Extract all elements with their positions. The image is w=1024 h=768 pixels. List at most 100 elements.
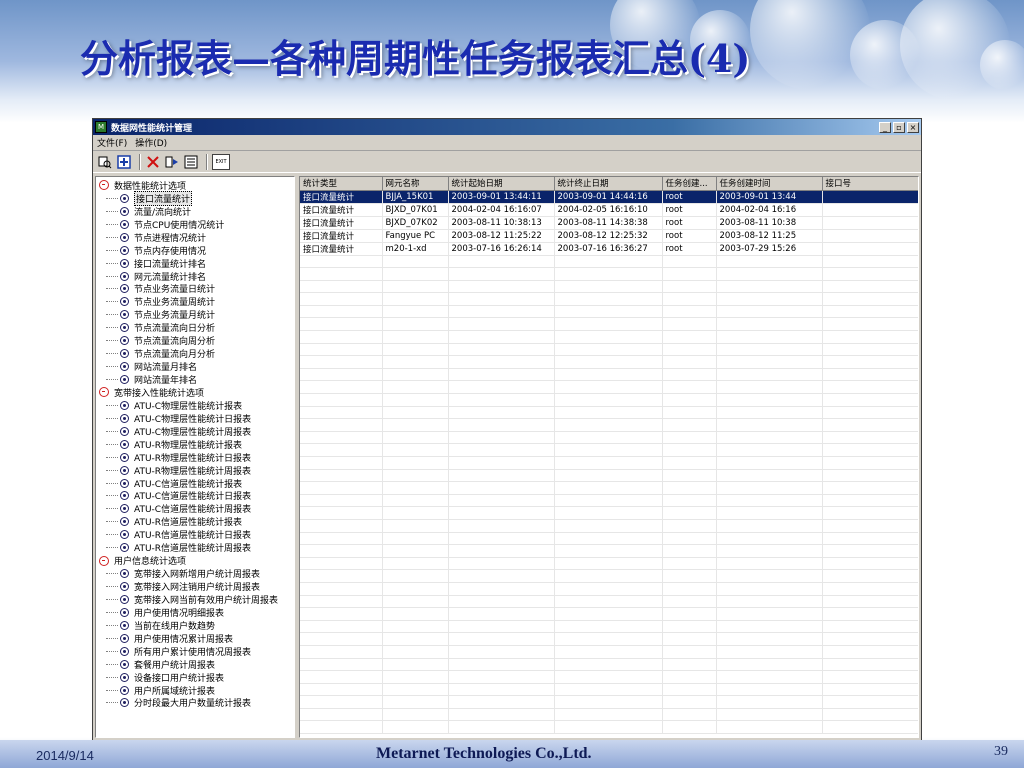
empty-cell xyxy=(822,292,918,306)
column-header[interactable]: 统计起始日期 xyxy=(448,177,555,191)
close-button[interactable]: × xyxy=(907,121,919,133)
column-header[interactable]: 网元名称 xyxy=(382,177,449,191)
table-row[interactable]: 接口流量统计 BJXD_07K02 2003-08-11 10:38:13 2003-… xyxy=(300,216,918,230)
table-row[interactable]: 接口流量统计 BJJA_15K01 2003-09-01 13:44:11 2003-… xyxy=(300,190,918,204)
tree-item[interactable]: ATU-R物理层性能统计报表 xyxy=(96,438,294,451)
empty-cell xyxy=(382,267,449,281)
tree-item[interactable]: 网元流量统计排名 xyxy=(96,270,294,283)
tree-item[interactable]: 用户所属域统计报表 xyxy=(96,684,294,697)
tree-item[interactable]: 节点流量流向日分析 xyxy=(96,321,294,334)
tree-item[interactable]: 网站流量月排名 xyxy=(96,360,294,373)
column-header[interactable]: 统计终止日期 xyxy=(554,177,663,191)
tree-item[interactable]: ATU-R信道层性能统计日报表 xyxy=(96,528,294,541)
tree-item[interactable]: ATU-C信道层性能统计报表 xyxy=(96,477,294,490)
tree-item[interactable]: 流量/流向统计 xyxy=(96,205,294,218)
tree-group[interactable]: 数据性能统计选项 xyxy=(96,179,294,192)
empty-cell xyxy=(822,582,918,596)
tree-item[interactable]: 节点流量流向月分析 xyxy=(96,347,294,360)
column-header[interactable]: 任务创建时间 xyxy=(716,177,823,191)
collapse-icon[interactable] xyxy=(99,387,109,398)
tree-item[interactable]: ATU-R物理层性能统计日报表 xyxy=(96,451,294,464)
column-header[interactable]: 统计类型 xyxy=(300,177,383,191)
tree-item[interactable]: ATU-C信道层性能统计周报表 xyxy=(96,502,294,515)
empty-cell xyxy=(448,695,555,709)
delete-icon[interactable] xyxy=(145,154,161,170)
tree-item[interactable]: ATU-C信道层性能统计日报表 xyxy=(96,490,294,502)
query-icon[interactable] xyxy=(97,154,113,170)
table-row[interactable]: 接口流量统计 Fangyue PC 2003-08-12 11:25:22 2003-… xyxy=(300,229,918,243)
tree-item[interactable]: 宽带接入网新增用户统计周报表 xyxy=(96,567,294,580)
empty-cell xyxy=(448,443,555,457)
report-item-icon xyxy=(120,426,129,436)
menu-file[interactable]: 文件(F) xyxy=(97,136,127,149)
tree-item-label: 节点流量流向月分析 xyxy=(134,350,216,361)
empty-cell xyxy=(662,292,717,306)
list-icon[interactable] xyxy=(183,154,199,170)
tree-item[interactable]: 设备接口用户统计报表 xyxy=(96,671,294,684)
report-item-icon xyxy=(120,336,129,346)
collapse-icon[interactable] xyxy=(99,180,109,191)
table-row[interactable]: 接口流量统计 BJXD_07K01 2004-02-04 16:16:07 2004-… xyxy=(300,203,918,217)
empty-cell xyxy=(716,431,823,445)
tree-item[interactable]: ATU-R物理层性能统计周报表 xyxy=(96,464,294,477)
tree-item-label: ATU-C物理层性能统计报表 xyxy=(134,401,243,412)
column-header[interactable]: 任务创建... xyxy=(662,177,717,191)
table-row[interactable]: 接口流量统计 m20-1-xd 2003-07-16 16:26:14 2003-07… xyxy=(300,242,918,256)
collapse-icon[interactable] xyxy=(99,555,109,566)
minimize-button[interactable]: _ xyxy=(879,121,891,133)
tree-item[interactable]: ATU-C物理层性能统计日报表 xyxy=(96,412,294,425)
add-icon[interactable] xyxy=(116,154,132,170)
tree-item[interactable]: 当前在线用户数趋势 xyxy=(96,619,294,632)
tree-item[interactable]: 节点业务流量周统计 xyxy=(96,295,294,308)
menu-operation[interactable]: 操作(D) xyxy=(135,136,167,149)
column-header[interactable]: 接口号 xyxy=(822,177,918,191)
tree-item[interactable]: 宽带接入网注销用户统计周报表 xyxy=(96,580,294,593)
export-icon[interactable] xyxy=(164,154,180,170)
tree-item[interactable]: 节点业务流量月统计 xyxy=(96,308,294,321)
tree-item[interactable]: ATU-C物理层性能统计报表 xyxy=(96,399,294,412)
empty-cell xyxy=(554,720,663,735)
tree-item-label: 节点业务流量周统计 xyxy=(134,298,216,309)
report-item-icon xyxy=(120,491,129,501)
tree-item[interactable]: 节点业务流量日统计 xyxy=(96,283,294,295)
tree-group[interactable]: 用户信息统计选项 xyxy=(96,554,294,567)
tree-item[interactable]: 接口流量统计排名 xyxy=(96,257,294,270)
empty-cell xyxy=(716,557,823,571)
menu-bar: 文件(F) 操作(D) xyxy=(93,135,921,151)
tree-item[interactable]: ATU-R信道层性能统计报表 xyxy=(96,515,294,528)
tree-item[interactable]: 接口流量统计 xyxy=(96,190,294,206)
empty-cell xyxy=(662,494,717,508)
empty-cell xyxy=(382,595,449,609)
tree-item[interactable]: 用户使用情况累计周报表 xyxy=(96,632,294,645)
tree-item[interactable]: 节点流量流向周分析 xyxy=(96,334,294,347)
exit-button[interactable]: EXIT xyxy=(212,153,230,170)
empty-cell xyxy=(822,708,918,722)
empty-cell xyxy=(300,305,383,319)
table-cell: 2004-02-05 16:16:10 xyxy=(554,203,663,217)
empty-cell xyxy=(448,343,555,357)
tree-item[interactable]: 网站流量年排名 xyxy=(96,373,294,386)
tree-item[interactable]: 分时段最大用户数量统计报表 xyxy=(96,697,294,709)
tree-item[interactable]: 宽带接入网当前有效用户统计周报表 xyxy=(96,593,294,606)
empty-cell xyxy=(300,632,383,646)
empty-cell xyxy=(716,292,823,306)
tree-item[interactable]: 用户使用情况明细报表 xyxy=(96,606,294,619)
tree-group[interactable]: 宽带接入性能统计选项 xyxy=(96,386,294,399)
maximize-button[interactable]: ▫ xyxy=(893,121,905,133)
tree-item[interactable]: ATU-C物理层性能统计周报表 xyxy=(96,425,294,438)
tree-connector xyxy=(106,456,118,458)
empty-cell xyxy=(300,670,383,684)
app-window: M 数据网性能统计管理 _ ▫ × 文件(F) 操作(D) EXIT 数据性能统… xyxy=(92,118,922,742)
tree-item[interactable]: 所有用户累计使用情况周报表 xyxy=(96,645,294,658)
tree-item[interactable]: ATU-R信道层性能统计周报表 xyxy=(96,541,294,554)
empty-cell xyxy=(716,305,823,319)
empty-cell xyxy=(382,683,449,697)
tree-item[interactable]: 套餐用户统计周报表 xyxy=(96,658,294,671)
tree-item-label: ATU-C信道层性能统计报表 xyxy=(134,479,243,490)
table-cell: 2003-07-29 15:26 xyxy=(716,242,823,256)
tree-item[interactable]: 节点内存使用情况 xyxy=(96,244,294,257)
table-cell: 接口流量统计 xyxy=(300,216,383,230)
tree-item[interactable]: 节点进程情况统计 xyxy=(96,231,294,244)
tree-item-label: 网站流量年排名 xyxy=(134,376,198,387)
tree-item[interactable]: 节点CPU使用情况统计 xyxy=(96,218,294,231)
